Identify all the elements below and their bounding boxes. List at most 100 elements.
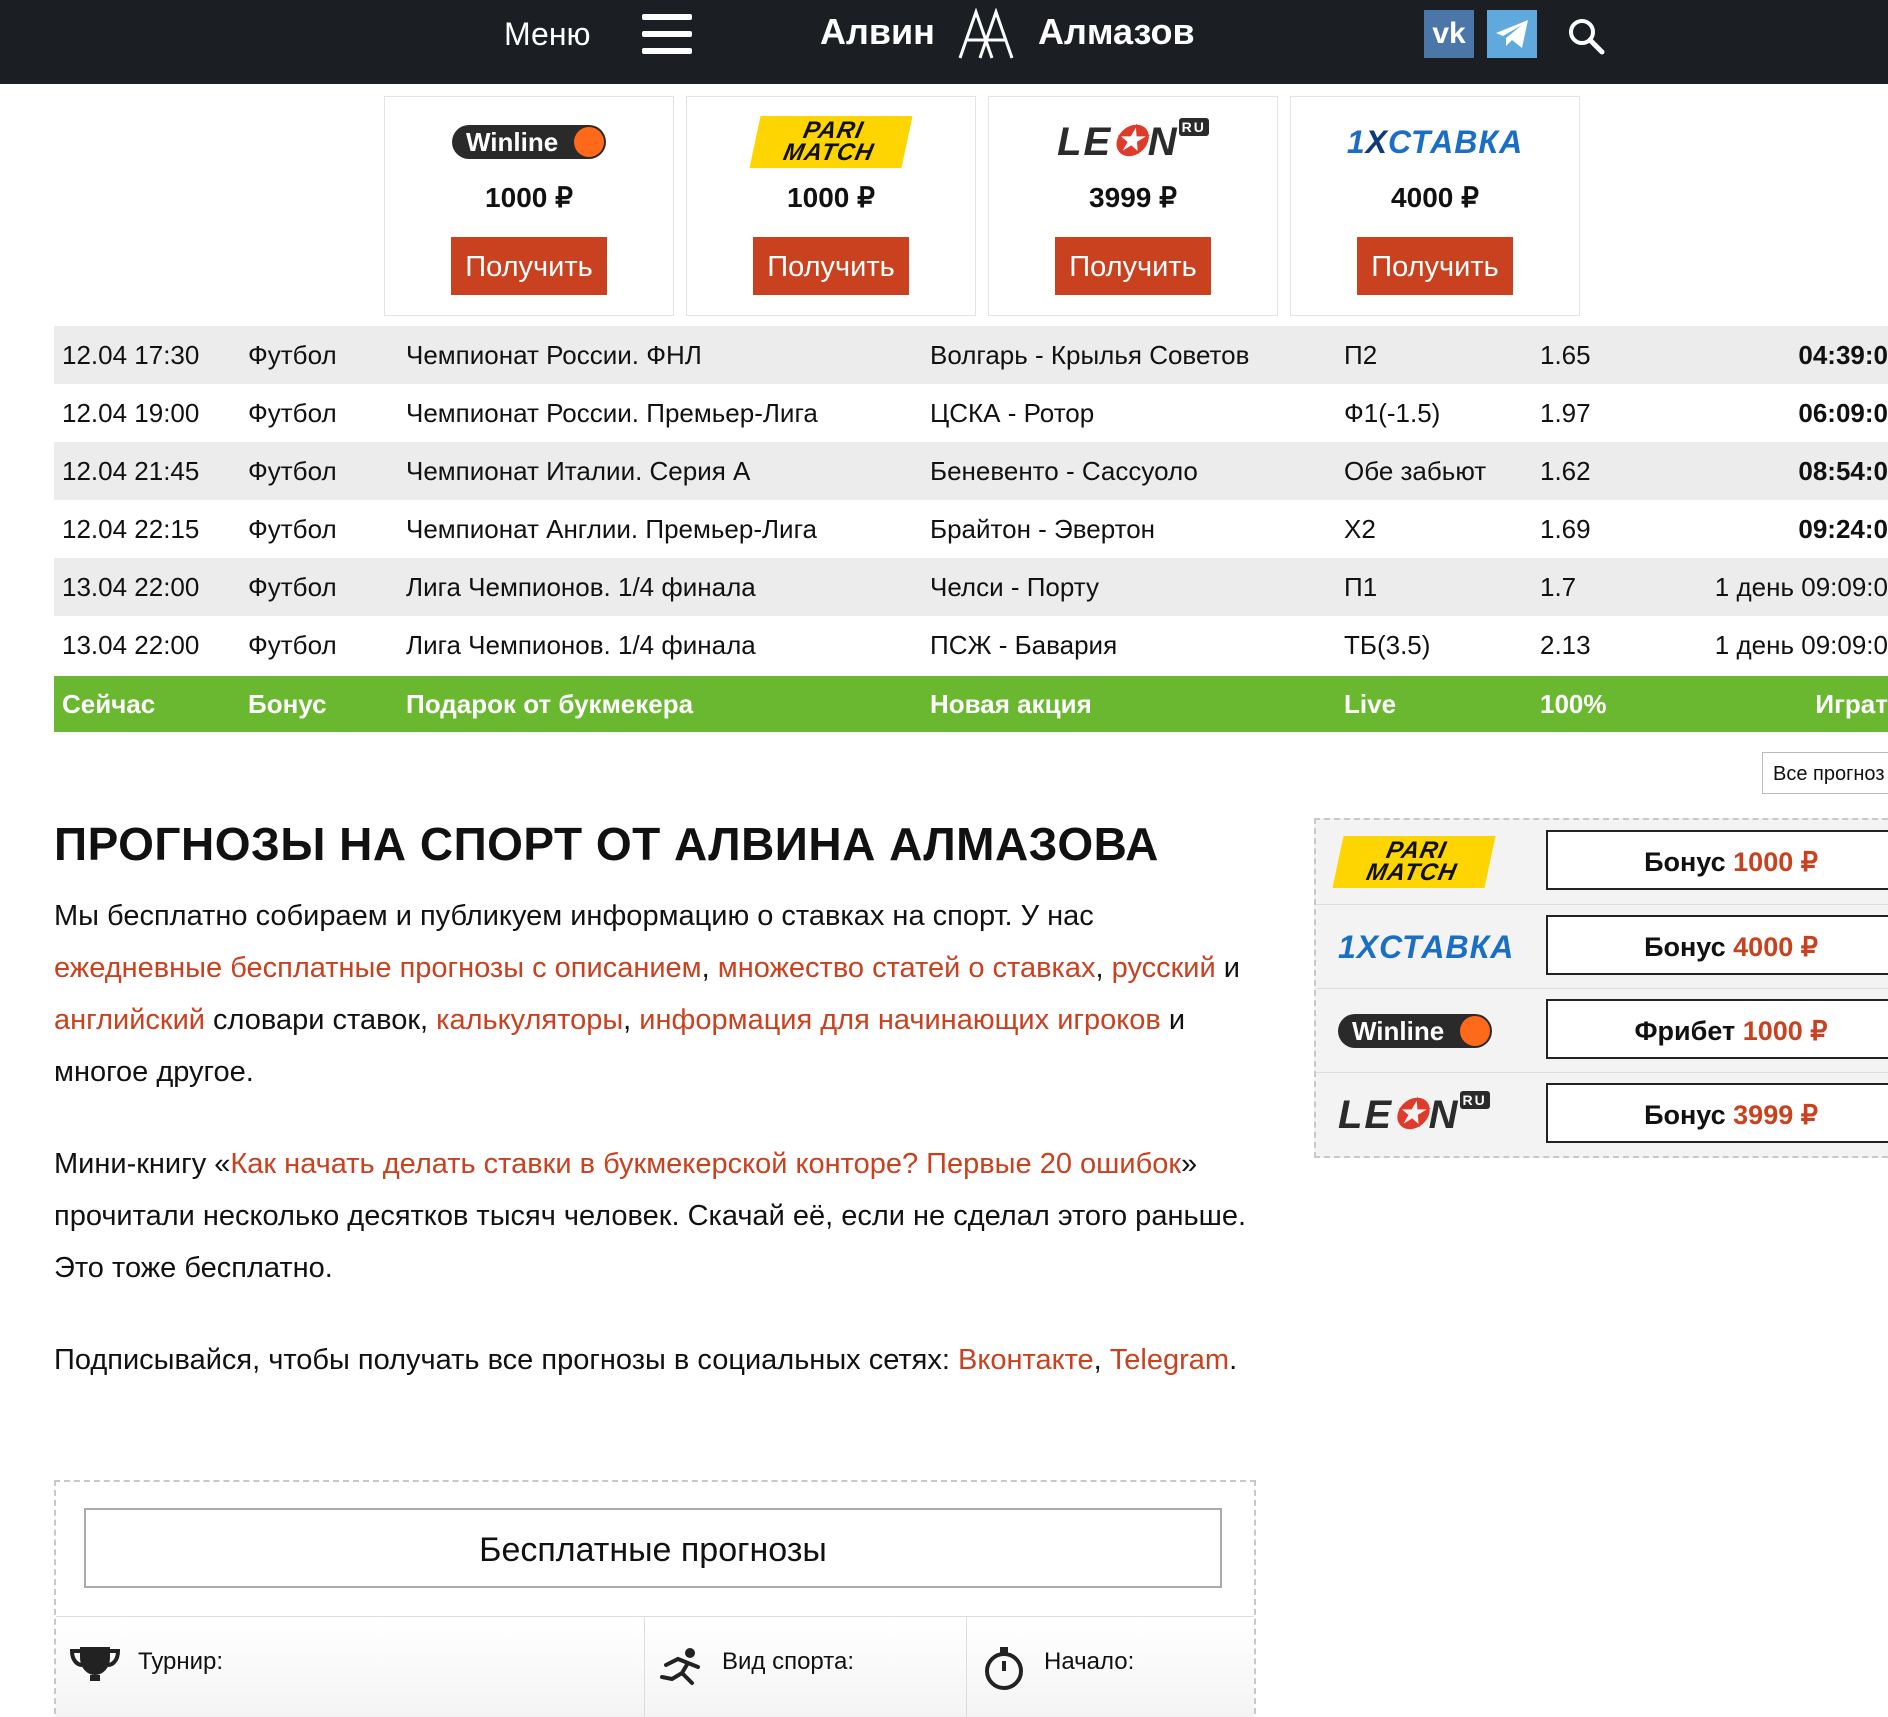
telegram-icon[interactable] [1487,10,1537,58]
vkontakte-link[interactable]: Вконтакте [958,1344,1094,1376]
leon-logo[interactable]: LE✪N RU [989,115,1277,169]
bookmaker-card-winline: Winline 1000 ₽ Получить [384,96,674,316]
bookmaker-card-1xstavka: 1XСТАВКА 4000 ₽ Получить [1290,96,1580,316]
forecast-countdown: 06:09:0 [1798,398,1888,428]
forecast-match: Брайтон - Эвертон [930,514,1156,544]
english-dictionary-link[interactable]: английский [54,1004,205,1036]
forecast-coef: 2.13 [1540,630,1591,660]
promo-bet: Live [1344,689,1397,719]
forecast-sport: Футбол [248,572,337,602]
filter-row: Турнир: Вид спорта: Начало: [56,1616,1254,1717]
bonus-button[interactable]: Бонус 4000 ₽ [1546,915,1888,975]
bonus-amount: 3999 ₽ [1089,182,1177,213]
1xstavka-logo[interactable]: 1XСТАВКА [1338,919,1513,975]
text: . [1229,1344,1238,1376]
promo-play-link[interactable]: Играт [1815,676,1888,732]
beginners-info-link[interactable]: информация для начинающих игроков [639,1004,1160,1036]
forecast-row[interactable]: 13.04 22:00 Футбол Лига Чемпионов. 1/4 ф… [54,616,1888,674]
menu-label[interactable]: Меню [504,14,590,54]
bonus-amount: 1000 ₽ [787,182,875,213]
freebet-button[interactable]: Фрибет 1000 ₽ [1546,999,1888,1059]
winline-logo[interactable]: Winline [1338,1003,1508,1059]
promo-time: Сейчас [62,689,156,719]
forecast-sport: Футбол [248,340,337,370]
text: Подписывайся, чтобы получать все прогноз… [54,1344,958,1376]
filter-label: Вид спорта: [722,1648,854,1675]
forecast-match: ЦСКА - Ротор [930,398,1095,428]
winline-logo[interactable]: Winline [385,115,673,169]
sidebar-bonus-item: LE✪N RU Бонус 3999 ₽ [1316,1072,1888,1157]
text: и [1215,952,1240,984]
forecast-row[interactable]: 12.04 22:15 Футбол Чемпионат Англии. Пре… [54,500,1888,558]
forecast-sport: Футбол [248,630,337,660]
articles-link[interactable]: множество статей о ставках [718,952,1096,984]
forecast-match: Беневенто - Сассуоло [930,456,1198,486]
get-bonus-button[interactable]: Получить [1055,237,1211,295]
forecast-time: 12.04 21:45 [62,456,200,486]
text: словари ставок, [205,1004,437,1036]
forecast-sport: Футбол [248,456,337,486]
forecast-time: 12.04 22:15 [62,514,200,544]
forecast-match: Волгарь - Крылья Советов [930,340,1250,370]
telegram-link[interactable]: Telegram [1110,1344,1229,1376]
forecast-row[interactable]: 12.04 17:30 Футбол Чемпионат России. ФНЛ… [54,326,1888,384]
forecast-time: 13.04 22:00 [62,572,200,602]
get-bonus-button[interactable]: Получить [451,237,607,295]
forecast-row[interactable]: 13.04 22:00 Футбол Лига Чемпионов. 1/4 ф… [54,558,1888,616]
get-bonus-button[interactable]: Получить [1357,237,1513,295]
filter-start[interactable]: Начало: [966,1617,1254,1717]
forecast-countdown: 08:54:0 [1798,456,1888,486]
forecast-sport: Футбол [248,514,337,544]
all-forecasts-button[interactable]: Все прогноз [1762,752,1888,794]
forecast-match: Челси - Порту [930,572,1099,602]
bookmaker-card-leon: LE✪N RU 3999 ₽ Получить [988,96,1278,316]
forecast-bet: Обе забьют [1344,456,1487,486]
bonus-button[interactable]: Бонус 3999 ₽ [1546,1083,1888,1143]
free-forecasts-title[interactable]: Бесплатные прогнозы [84,1508,1222,1588]
page-title: ПРОГНОЗЫ НА СПОРТ ОТ АЛВИНА АЛМАЗОВА [54,818,1159,870]
brand-first-name[interactable]: Алвин [820,12,935,52]
forecast-bet: Х2 [1344,514,1376,544]
sidebar-bonus-item: Winline Фрибет 1000 ₽ [1316,988,1888,1073]
forecast-match: ПСЖ - Бавария [930,630,1118,660]
forecast-time: 12.04 19:00 [62,398,200,428]
1xstavka-logo[interactable]: 1XСТАВКА [1291,115,1579,169]
forecast-sport: Футбол [248,398,337,428]
search-icon[interactable] [1566,16,1606,56]
forecast-time: 13.04 22:00 [62,630,200,660]
filter-tournament[interactable]: Турнир: [56,1617,645,1717]
calculators-link[interactable]: калькуляторы [436,1004,623,1036]
forecast-league: Лига Чемпионов. 1/4 финала [406,630,756,660]
parimatch-logo[interactable]: PARI MATCH [1332,834,1508,890]
forecast-row[interactable]: 12.04 21:45 Футбол Чемпионат Италии. Сер… [54,442,1888,500]
forecast-row[interactable]: 12.04 19:00 Футбол Чемпионат России. Пре… [54,384,1888,442]
forecast-coef: 1.97 [1540,398,1591,428]
forecast-league: Чемпионат России. ФНЛ [406,340,702,370]
forecast-countdown: 09:24:0 [1798,514,1888,544]
forecast-coef: 1.7 [1540,572,1577,602]
promo-row[interactable]: Сейчас Бонус Подарок от букмекера Новая … [54,676,1888,732]
daily-forecasts-link[interactable]: ежедневные бесплатные прогнозы с описани… [54,952,702,984]
forecast-league: Лига Чемпионов. 1/4 финала [406,572,756,602]
parimatch-logo[interactable]: PARI MATCH [687,115,975,169]
text: , [1093,1344,1110,1376]
filter-sport[interactable]: Вид спорта: [644,1617,967,1717]
forecast-coef: 1.62 [1540,456,1591,486]
text: , [623,1004,640,1036]
forecast-bet: ТБ(3.5) [1344,630,1431,660]
sidebar-bonus-item: 1XСТАВКА Бонус 4000 ₽ [1316,904,1888,989]
minibook-link[interactable]: Как начать делать ставки в букмекерской … [230,1148,1181,1180]
hamburger-menu-icon[interactable] [642,14,692,54]
promo-coef: 100% [1540,689,1607,719]
bonus-amount: 1000 ₽ [485,182,573,213]
leon-logo[interactable]: LE✪N RU [1338,1087,1508,1143]
sidebar-bonus-box: PARI MATCH Бонус 1000 ₽ 1XСТАВКА Бонус 40… [1314,818,1888,1158]
russian-dictionary-link[interactable]: русский [1112,952,1216,984]
bonus-button[interactable]: Бонус 1000 ₽ [1546,830,1888,890]
bookmaker-card-parimatch: PARI MATCH 1000 ₽ Получить [686,96,976,316]
vk-icon[interactable]: vk [1424,10,1474,58]
filter-label: Начало: [1044,1648,1135,1675]
brand-logo-icon[interactable] [956,8,1016,60]
brand-last-name[interactable]: Алмазов [1038,12,1195,52]
get-bonus-button[interactable]: Получить [753,237,909,295]
